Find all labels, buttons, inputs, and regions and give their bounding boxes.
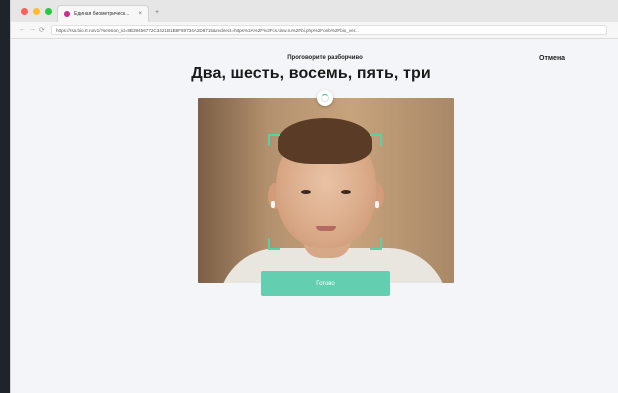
face-frame-corner-bottom-left xyxy=(268,238,280,250)
minimize-window-dot[interactable] xyxy=(33,8,40,15)
window-controls xyxy=(21,8,52,15)
face-frame-corner-top-right xyxy=(370,134,382,146)
favicon-icon xyxy=(64,11,70,17)
url-input[interactable]: https://rsa.bio.rt.ru/v1/?session_id=8B3… xyxy=(51,25,607,35)
page-content: Проговорите разборчиво Два, шесть, восем… xyxy=(11,39,618,393)
desktop-left-edge xyxy=(0,0,10,393)
right-earbud-icon xyxy=(375,201,379,208)
person-hair xyxy=(278,118,372,164)
browser-window: Единая биометрическ... × + ← → ⟳ https:/… xyxy=(10,0,618,393)
close-window-dot[interactable] xyxy=(21,8,28,15)
tab-bar: Единая биометрическ... × + xyxy=(11,0,618,23)
new-tab-icon[interactable]: + xyxy=(155,9,159,16)
camera-preview xyxy=(198,98,454,283)
cancel-link[interactable]: Отмена xyxy=(539,55,565,62)
spinner-ring-icon xyxy=(321,94,329,102)
maximize-window-dot[interactable] xyxy=(45,8,52,15)
mouth xyxy=(316,226,336,231)
right-eye xyxy=(341,190,351,194)
active-tab[interactable]: Единая биометрическ... × xyxy=(57,5,149,22)
tab-title: Единая биометрическ... xyxy=(74,11,130,17)
instruction-text: Проговорите разборчиво xyxy=(287,55,363,61)
address-bar: ← → ⟳ https://rsa.bio.rt.ru/v1/?session_… xyxy=(11,22,618,39)
left-earbud-icon xyxy=(271,201,275,208)
recording-spinner-icon xyxy=(317,90,333,106)
phrase-title: Два, шесть, восемь, пять, три xyxy=(191,65,431,82)
ready-button[interactable]: Готово xyxy=(261,271,390,296)
tab-close-icon[interactable]: × xyxy=(138,11,142,17)
reload-icon[interactable]: ⟳ xyxy=(39,26,45,34)
left-eye xyxy=(301,190,311,194)
face-frame-corner-top-left xyxy=(268,134,280,146)
back-arrow-icon[interactable]: ← xyxy=(19,26,26,33)
forward-arrow-icon[interactable]: → xyxy=(29,26,36,33)
face-frame-corner-bottom-right xyxy=(370,238,382,250)
